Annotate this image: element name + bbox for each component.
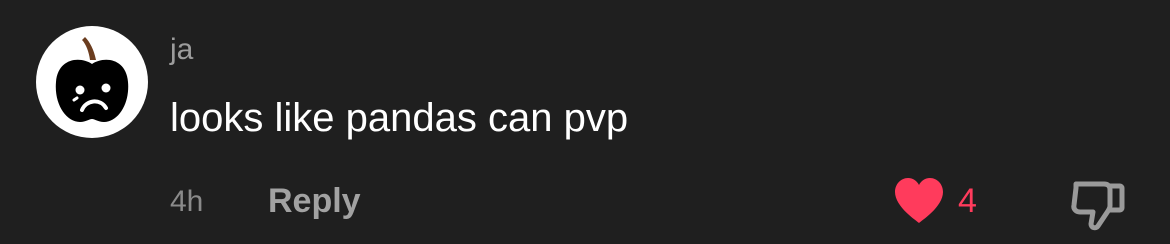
comment-item: ja looks like pandas can pvp 4h Reply 4 — [0, 0, 1170, 244]
dislike-button[interactable] — [1068, 176, 1128, 232]
reply-button[interactable]: Reply — [268, 180, 361, 222]
heart-icon — [895, 178, 943, 223]
like-button[interactable]: 4 — [890, 174, 1000, 228]
comment-timestamp: 4h — [170, 185, 204, 218]
comment-text: looks like pandas can pvp — [170, 96, 629, 140]
comment-username[interactable]: ja — [170, 30, 193, 70]
like-count: 4 — [958, 182, 977, 220]
thumbs-down-icon — [1071, 181, 1125, 231]
avatar[interactable] — [36, 26, 148, 138]
apple-sad-face-icon — [55, 37, 129, 122]
